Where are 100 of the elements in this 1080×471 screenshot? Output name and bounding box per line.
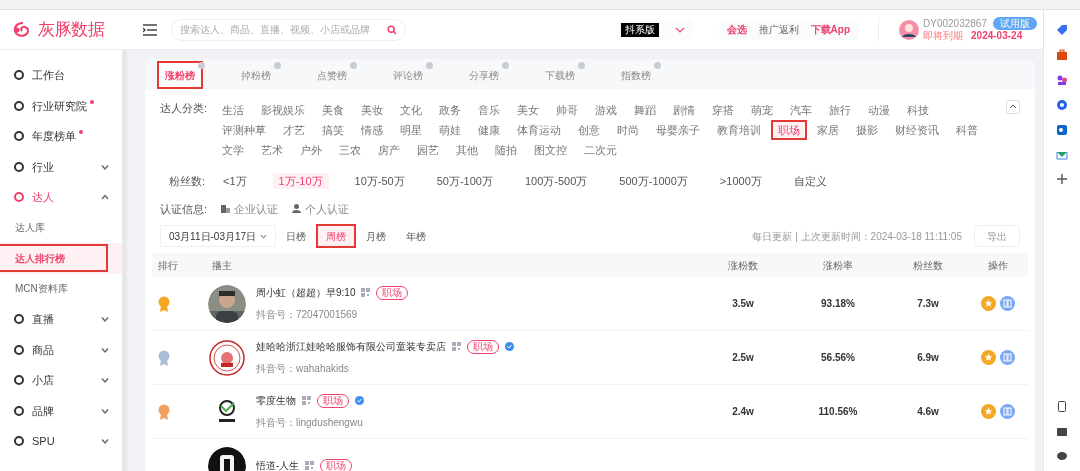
category-option[interactable]: 政务 bbox=[432, 100, 468, 120]
auth-option[interactable]: 个人认证 bbox=[292, 200, 350, 217]
category-option[interactable]: 母婴亲子 bbox=[649, 120, 707, 140]
compare-icon[interactable] bbox=[1000, 296, 1015, 311]
sidebar-item[interactable]: SPU bbox=[0, 426, 122, 457]
submenu-item[interactable]: 达人库 bbox=[0, 215, 106, 240]
streamer-name[interactable]: 悟道-人生 bbox=[256, 458, 300, 471]
category-option[interactable]: 随拍 bbox=[488, 140, 524, 160]
search-icon[interactable] bbox=[387, 24, 397, 35]
category-option[interactable]: 剧情 bbox=[666, 100, 702, 120]
favorite-icon[interactable] bbox=[981, 350, 996, 365]
phone-icon[interactable] bbox=[1058, 401, 1066, 412]
streamer-name[interactable]: 娃哈哈浙江娃哈哈服饰有限公司童装专卖店 bbox=[256, 339, 446, 354]
category-option[interactable]: 游戏 bbox=[588, 100, 624, 120]
fans-option[interactable]: >1000万 bbox=[713, 173, 768, 190]
fans-option[interactable]: 10万-50万 bbox=[348, 173, 411, 190]
category-option[interactable]: 穿搭 bbox=[705, 100, 741, 120]
category-option[interactable]: 三农 bbox=[332, 140, 368, 160]
qr-code-icon[interactable] bbox=[302, 396, 311, 405]
sidebar-item[interactable]: 品牌 bbox=[0, 395, 122, 426]
compare-icon[interactable] bbox=[1000, 350, 1015, 365]
category-option[interactable]: 音乐 bbox=[471, 100, 507, 120]
category-option[interactable]: 美女 bbox=[510, 100, 546, 120]
streamer-name[interactable]: 零度生物 bbox=[256, 393, 296, 408]
category-option[interactable]: 教育培训 bbox=[710, 120, 768, 140]
add-icon[interactable] bbox=[1057, 174, 1067, 184]
circle-icon[interactable] bbox=[1056, 99, 1068, 111]
period-tab[interactable]: 月榜 bbox=[356, 224, 397, 248]
fans-option[interactable]: 500万-1000万 bbox=[613, 173, 694, 190]
chat-icon[interactable] bbox=[1057, 452, 1067, 461]
toolbox-icon[interactable] bbox=[1056, 49, 1068, 61]
category-option[interactable]: 舞蹈 bbox=[627, 100, 663, 120]
sidebar-item[interactable]: 小店 bbox=[0, 365, 122, 396]
sidebar-item[interactable]: 年度榜单 bbox=[0, 121, 122, 152]
category-option[interactable]: 户外 bbox=[293, 140, 329, 160]
qr-code-icon[interactable] bbox=[361, 288, 371, 297]
category-option[interactable]: 才艺 bbox=[276, 120, 312, 140]
sidebar-item[interactable]: 行业 bbox=[0, 151, 122, 182]
category-option[interactable]: 明星 bbox=[393, 120, 429, 140]
chevron-down-icon[interactable] bbox=[674, 25, 685, 34]
ranking-tab[interactable]: 掉粉榜 bbox=[233, 61, 279, 89]
category-option[interactable]: 搞笑 bbox=[315, 120, 351, 140]
compare-icon[interactable] bbox=[1000, 404, 1015, 419]
sidebar-item[interactable]: 商品 bbox=[0, 334, 122, 365]
ranking-tab[interactable]: 分享榜 bbox=[461, 61, 507, 89]
category-option[interactable]: 二次元 bbox=[577, 140, 624, 160]
sidebar-item[interactable]: 达人 bbox=[0, 182, 122, 213]
category-option[interactable]: 情感 bbox=[354, 120, 390, 140]
category-option[interactable]: 科技 bbox=[900, 100, 936, 120]
category-option[interactable]: 美妆 bbox=[354, 100, 390, 120]
fans-option[interactable]: 50万-100万 bbox=[430, 173, 499, 190]
sidebar-item[interactable]: 行业研究院 bbox=[0, 90, 122, 121]
category-option[interactable]: 动漫 bbox=[861, 100, 897, 120]
category-option[interactable]: 科普 bbox=[949, 120, 985, 140]
header-link[interactable]: 会选 bbox=[726, 22, 747, 37]
mail-icon[interactable] bbox=[1056, 149, 1068, 161]
ranking-tab[interactable]: 涨粉榜 bbox=[157, 61, 203, 89]
category-option[interactable]: 创意 bbox=[571, 120, 607, 140]
streamer-name[interactable]: 周小虹（超超）早9:10 bbox=[256, 285, 356, 300]
category-option[interactable]: 财经资讯 bbox=[888, 120, 946, 140]
ranking-tab[interactable]: 点赞榜 bbox=[309, 61, 355, 89]
sidebar-item[interactable]: 直播 bbox=[0, 304, 122, 335]
auth-option[interactable]: 企业认证 bbox=[221, 200, 279, 217]
category-option[interactable]: 艺术 bbox=[254, 140, 290, 160]
date-range-picker[interactable]: 03月11日-03月17日 bbox=[160, 225, 277, 247]
ranking-tab[interactable]: 下载榜 bbox=[537, 61, 583, 89]
ranking-tab[interactable]: 指数榜 bbox=[613, 61, 659, 89]
category-option[interactable]: 摄影 bbox=[849, 120, 885, 140]
category-option[interactable]: 文化 bbox=[393, 100, 429, 120]
sidebar-item[interactable]: 工作台 bbox=[0, 60, 122, 91]
fans-option[interactable]: 1万-10万 bbox=[272, 173, 329, 190]
header-link[interactable]: 推广返利 bbox=[758, 22, 799, 37]
category-option[interactable]: 帅哥 bbox=[549, 100, 585, 120]
tag-icon[interactable] bbox=[1056, 24, 1068, 36]
category-option[interactable]: 文学 bbox=[215, 140, 251, 160]
category-option[interactable]: 房产 bbox=[371, 140, 407, 160]
category-option[interactable]: 职场 bbox=[771, 120, 807, 140]
header-link[interactable]: 下载App bbox=[810, 22, 851, 37]
collapse-icon[interactable] bbox=[1006, 100, 1020, 114]
category-option[interactable]: 园艺 bbox=[410, 140, 446, 160]
category-option[interactable]: 影视娱乐 bbox=[254, 100, 312, 120]
category-option[interactable]: 生活 bbox=[215, 100, 251, 120]
fans-option[interactable]: <1万 bbox=[217, 173, 253, 190]
category-option[interactable]: 美食 bbox=[315, 100, 351, 120]
submenu-item[interactable]: MCN资料库 bbox=[0, 276, 106, 301]
favorite-icon[interactable] bbox=[981, 296, 996, 311]
category-option[interactable]: 萌娃 bbox=[432, 120, 468, 140]
qr-code-icon[interactable] bbox=[305, 461, 315, 470]
menu-icon[interactable] bbox=[143, 23, 157, 36]
category-option[interactable]: 萌宠 bbox=[744, 100, 780, 120]
mail-icon[interactable] bbox=[1057, 428, 1067, 436]
category-option[interactable]: 汽车 bbox=[783, 100, 819, 120]
category-option[interactable]: 旅行 bbox=[822, 100, 858, 120]
favorite-icon[interactable] bbox=[981, 404, 996, 419]
category-option[interactable]: 评测种草 bbox=[215, 120, 273, 140]
export-button[interactable]: 导出 bbox=[974, 225, 1020, 247]
fans-option[interactable]: 自定义 bbox=[787, 173, 833, 190]
people-icon[interactable] bbox=[1056, 74, 1068, 86]
category-option[interactable]: 其他 bbox=[449, 140, 485, 160]
ranking-tab[interactable]: 评论榜 bbox=[385, 61, 431, 89]
